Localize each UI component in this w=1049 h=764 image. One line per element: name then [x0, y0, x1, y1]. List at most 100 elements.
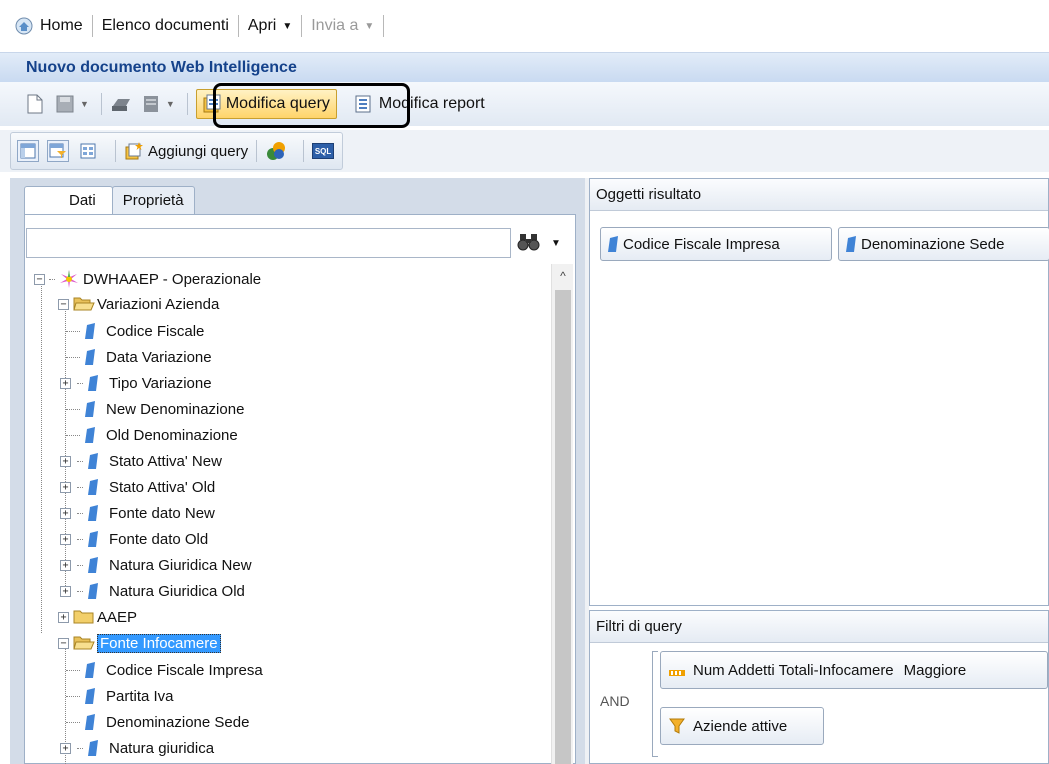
tree-folder-variazioni-azienda[interactable]: − Variazioni Azienda	[58, 291, 219, 317]
new-document-icon[interactable]	[24, 93, 46, 115]
collapse-toggle[interactable]: −	[58, 298, 69, 310]
tree-item-label: Natura Giuridica New	[109, 556, 252, 574]
add-query-icon	[124, 141, 144, 161]
tree-folder-fonte-infocamere[interactable]: − Fonte Infocamere	[58, 630, 221, 656]
tree-item-label: Fonte dato New	[109, 504, 215, 522]
data-preview-icon[interactable]	[77, 140, 99, 162]
tree-item-label: Fonte dato Old	[109, 530, 209, 548]
tree-item[interactable]: Denominazione Sede	[66, 709, 249, 735]
tree-item-label: Old Denominazione	[106, 426, 238, 444]
tree-item[interactable]: + Natura giuridica	[60, 735, 214, 761]
tab-data-label: Dati	[69, 192, 96, 209]
tab-properties[interactable]: Proprietà	[111, 186, 195, 216]
measure-icon	[669, 665, 685, 676]
tree-item[interactable]: + Natura Giuridica Old	[60, 578, 245, 604]
add-query-button[interactable]: Aggiungi query	[124, 141, 248, 161]
search-input[interactable]	[26, 228, 511, 258]
sql-button[interactable]: SQL	[312, 143, 335, 159]
query-filter-panel-icon[interactable]	[47, 140, 69, 162]
tree-item[interactable]: Partita Iva	[66, 683, 174, 709]
result-object-chip[interactable]: Denominazione Sede	[838, 227, 1049, 261]
nav-separator	[91, 15, 93, 37]
nav-separator	[301, 15, 303, 37]
universe-tree: − DWHAAEP - Operazionale − Variazioni Az…	[26, 264, 551, 764]
tree-item[interactable]: + Tipo Variazione	[60, 370, 212, 396]
expand-toggle[interactable]: +	[60, 533, 71, 545]
tree-connector	[77, 460, 83, 462]
collapse-toggle[interactable]: −	[58, 637, 69, 649]
combined-query-icon[interactable]	[265, 140, 287, 162]
tree-item[interactable]: Codice Fiscale	[66, 318, 204, 344]
nav-send-menu[interactable]: Invia a ▼	[311, 17, 374, 35]
chevron-down-icon: ▼	[282, 21, 293, 32]
search-row: ▼	[26, 226, 574, 260]
tree-connector	[66, 669, 80, 671]
result-objects-panel: Oggetti risultato Codice Fiscale Impresa…	[589, 178, 1049, 606]
filter-chip-aziende-attive[interactable]: Aziende attive	[660, 707, 824, 745]
home-icon[interactable]	[14, 16, 34, 36]
open-folder-icon	[73, 635, 95, 651]
filter-area: AND Num Addetti Totali-Infocamere Maggio…	[596, 647, 1048, 761]
tree-connector	[66, 695, 80, 697]
scroll-up-arrow-icon[interactable]: ^	[552, 264, 574, 286]
filter-operator-and[interactable]: AND	[600, 693, 630, 709]
top-navigation-bar: Home Elenco documenti Apri ▼ Invia a ▼	[0, 0, 1049, 52]
collapse-toggle[interactable]: −	[34, 273, 45, 285]
tree-folder-aaep[interactable]: + AAEP	[58, 604, 137, 630]
expand-toggle[interactable]: +	[60, 377, 71, 389]
expand-toggle[interactable]: +	[60, 481, 71, 493]
nav-documents-link[interactable]: Elenco documenti	[102, 17, 229, 35]
filter-funnel-icon	[669, 718, 685, 734]
print-icon[interactable]	[110, 93, 132, 115]
edit-report-button[interactable]: Modifica report	[349, 89, 491, 119]
tree-item[interactable]: + Natura Giuridica New	[60, 552, 252, 578]
edit-query-button[interactable]: Modifica query	[195, 89, 337, 119]
expand-toggle[interactable]: +	[60, 455, 71, 467]
expand-toggle[interactable]: +	[60, 559, 71, 571]
tree-scrollbar[interactable]: ^	[551, 264, 573, 764]
tree-connector	[66, 721, 80, 723]
nav-home-link[interactable]: Home	[40, 17, 83, 35]
query-filters-panel: Filtri di query AND Num Addetti Totali-I…	[589, 610, 1049, 764]
toolbar-separator	[100, 93, 102, 115]
save-icon[interactable]	[54, 93, 76, 115]
tree-connector	[65, 308, 66, 594]
expand-toggle[interactable]: +	[60, 507, 71, 519]
scrollbar-thumb[interactable]	[555, 290, 571, 764]
dimension-icon	[84, 713, 98, 731]
dimension-icon	[87, 556, 101, 574]
result-object-chip[interactable]: Codice Fiscale Impresa	[600, 227, 832, 261]
tree-root[interactable]: − DWHAAEP - Operazionale	[34, 266, 261, 292]
tree-item[interactable]: + Stato Attiva' New	[60, 448, 222, 474]
expand-toggle[interactable]: +	[58, 611, 69, 623]
tree-item[interactable]: New Denominazione	[66, 396, 244, 422]
tree-connector	[66, 434, 80, 436]
tree-item-label: Data Variazione	[106, 348, 212, 366]
nav-open-menu[interactable]: Apri ▼	[248, 17, 292, 35]
binoculars-search-icon[interactable]	[517, 231, 541, 255]
tree-item[interactable]: Data Variazione	[66, 344, 212, 370]
document-title: Nuovo documento Web Intelligence	[0, 52, 1049, 82]
chevron-down-icon[interactable]: ▼	[551, 238, 561, 249]
folder-icon	[73, 609, 94, 625]
tab-data[interactable]: Dati	[24, 186, 113, 217]
tree-item[interactable]: + Stato Attiva' Old	[60, 474, 215, 500]
nav-open-label: Apri	[247, 17, 277, 34]
tree-item[interactable]: Codice Fiscale Impresa	[66, 657, 263, 683]
tree-connector	[66, 408, 80, 410]
query-panel-icon[interactable]	[17, 140, 39, 162]
expand-toggle[interactable]: +	[60, 742, 71, 754]
expand-toggle[interactable]: +	[60, 585, 71, 597]
filter-object-label: Num Addetti Totali-Infocamere	[693, 661, 894, 679]
tree-item-label: Tipo Variazione	[109, 374, 212, 392]
tree-item[interactable]: + Fonte dato New	[60, 500, 215, 526]
chevron-down-icon[interactable]: ▼	[166, 99, 175, 109]
tree-connector	[77, 564, 83, 566]
tree-item-label: Codice Fiscale Impresa	[106, 661, 263, 679]
tree-item[interactable]: + Fonte dato Old	[60, 526, 209, 552]
edit-query-label: Modifica query	[225, 95, 330, 112]
filter-chip-num-addetti[interactable]: Num Addetti Totali-Infocamere Maggiore	[660, 651, 1048, 689]
tree-item[interactable]: Old Denominazione	[66, 422, 238, 448]
export-icon[interactable]	[140, 93, 162, 115]
chevron-down-icon[interactable]: ▼	[80, 99, 89, 109]
